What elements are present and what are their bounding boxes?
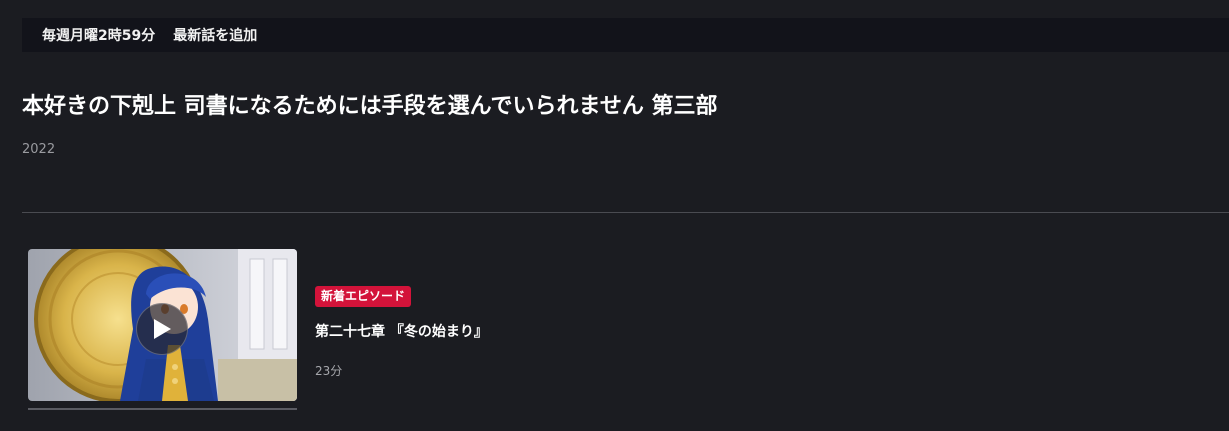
series-year: 2022 [22,142,56,157]
episode-duration: 23分 [315,364,343,378]
broadcast-update-note: 最新話を追加 [173,28,258,44]
new-episode-badge: 新着エピソード [315,286,412,307]
play-button[interactable] [136,303,188,355]
play-icon [154,319,171,339]
series-title: 本好きの下剋上 司書になるためには手段を選んでいられません 第三部 [22,94,718,119]
episode-title[interactable]: 第二十七章 『冬の始まり』 [315,321,488,341]
section-divider [22,212,1229,213]
broadcast-schedule-bar: 毎週月曜2時59分 最新話を追加 [22,18,1229,52]
series-page: 毎週月曜2時59分 最新話を追加 本好きの下剋上 司書になるためには手段を選んで… [0,0,1229,431]
watch-progress-bar [28,408,297,410]
episode-card: 新着エピソード 第二十七章 『冬の始まり』 23分 [28,249,628,419]
broadcast-day-time: 毎週月曜2時59分 [42,28,156,44]
episode-thumbnail[interactable] [28,249,297,401]
